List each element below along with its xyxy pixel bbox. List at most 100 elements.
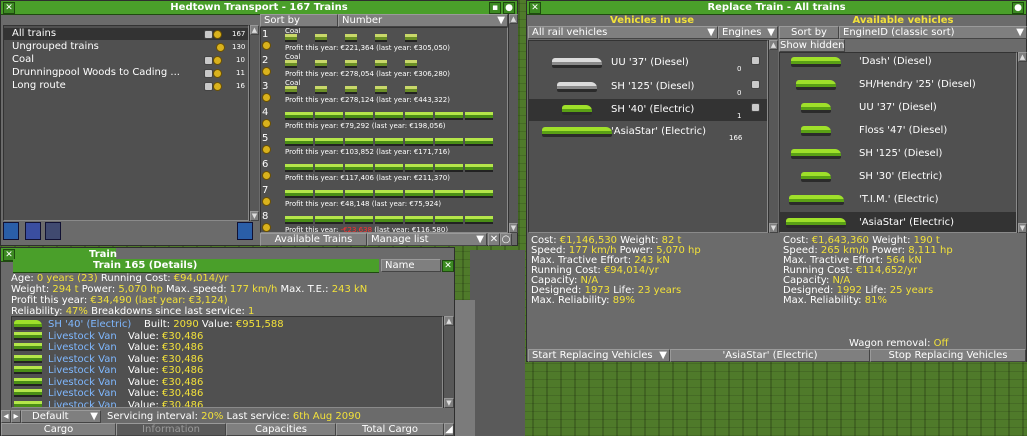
- status-icon: [262, 197, 271, 206]
- vehicle-sprite: [788, 195, 844, 205]
- train-info-block: Age: 0 years (23) Running Cost: €94,014/…: [11, 273, 451, 317]
- available-vehicle-row[interactable]: 'T.I.M.' (Electric): [780, 189, 1016, 211]
- sort-by-button[interactable]: Sort by: [260, 14, 338, 27]
- stop-replacing-button[interactable]: Stop Replacing Vehicles: [870, 349, 1026, 362]
- train-row[interactable]: 2 Coal Profit this year: €278,054 (last ye…: [261, 53, 507, 80]
- window-titlebar[interactable]: Hedtown Transport - 167 Trains: [1, 1, 517, 15]
- available-vehicle-row[interactable]: Floss '47' (Diesel): [780, 120, 1016, 142]
- scroll-down-icon[interactable]: ▼: [250, 211, 259, 221]
- group-row[interactable]: All trains 167: [4, 28, 248, 40]
- available-vehicle-row[interactable]: 'AsiaStar' (Electric): [780, 212, 1016, 232]
- train-profit: Profit this year: €79,292 (last year: €1…: [285, 122, 446, 130]
- in-use-vehicle-row[interactable]: UU '37' (Diesel) 0: [529, 52, 767, 74]
- wagon-removal-value[interactable]: Off: [934, 338, 949, 349]
- train-row[interactable]: 5 Profit this year: €103,852 (last year: …: [261, 132, 507, 158]
- tab-capacities[interactable]: Capacities: [226, 423, 336, 436]
- vehicle-list-scrollbar[interactable]: ▲ ▼: [443, 316, 454, 408]
- scroll-down-icon[interactable]: ▼: [509, 223, 518, 233]
- close-icon[interactable]: ✕: [3, 2, 15, 14]
- engines-dropdown[interactable]: Engines ▼: [718, 26, 778, 39]
- in-use-vehicle-row[interactable]: SH '125' (Diesel) 0: [529, 76, 767, 98]
- close-details-icon[interactable]: ✕: [442, 260, 454, 272]
- sticky-icon[interactable]: ●: [503, 2, 515, 14]
- scroll-down-icon[interactable]: ▼: [769, 223, 778, 233]
- stat-line: Max. Reliability: 81%: [783, 296, 887, 306]
- train-profit: Profit this year: €221,364 (last year: €…: [285, 44, 450, 52]
- wagon-sprite: [345, 86, 357, 94]
- scroll-up-icon[interactable]: ▲: [509, 14, 518, 24]
- resize-icon[interactable]: ◢: [444, 423, 454, 436]
- increase-interval-icon[interactable]: ▸: [11, 410, 21, 423]
- sort-by-button[interactable]: Sort by: [779, 26, 839, 39]
- available-scrollbar[interactable]: ▲ ▼: [1017, 52, 1027, 233]
- train-row[interactable]: 1 Coal Profit this year: €221,364 (last ye…: [261, 28, 507, 54]
- vehicle-row[interactable]: SH '40' (Electric) Built: 2090 Value: €9…: [12, 319, 442, 330]
- close-icon[interactable]: ✕: [529, 2, 541, 14]
- replace-protection-icon[interactable]: [237, 222, 253, 240]
- vehicle-row[interactable]: Livestock Van Value: €30,486: [12, 331, 442, 342]
- vehicle-row[interactable]: Livestock Van Value: €30,486: [12, 388, 442, 399]
- manage-list-dropdown[interactable]: Manage list ▼: [367, 233, 487, 246]
- sort-criteria-dropdown[interactable]: EngineID (classic sort) ▼: [839, 26, 1027, 39]
- create-group-icon[interactable]: [3, 222, 19, 240]
- in-use-vehicle-row[interactable]: 'AsiaStar' (Electric) 166: [529, 121, 767, 143]
- group-row[interactable]: Ungrouped trains 130: [4, 41, 248, 53]
- vehicle-name: 'Dash' (Diesel): [859, 56, 932, 67]
- in-use-scrollbar[interactable]: ▲ ▼: [768, 40, 778, 233]
- train-row[interactable]: 7 Profit this year: €48,148 (last year: €…: [261, 184, 507, 210]
- available-vehicle-row[interactable]: SH '125' (Diesel): [780, 143, 1016, 165]
- train-row[interactable]: 6 Profit this year: €117,406 (last year: …: [261, 158, 507, 184]
- group-row[interactable]: Drunningpool Woods to Cading ... 11: [4, 67, 248, 79]
- available-vehicle-row[interactable]: SH/Hendry '25' (Diesel): [780, 74, 1016, 96]
- scroll-up-icon[interactable]: ▲: [769, 40, 778, 50]
- scroll-up-icon[interactable]: ▲: [444, 316, 454, 326]
- scroll-up-icon[interactable]: ▲: [250, 25, 259, 35]
- rail-type-dropdown[interactable]: All rail vehicles ▼: [528, 26, 718, 39]
- age-value: 0 years (23): [36, 273, 98, 284]
- vehicle-row[interactable]: Livestock Van Value: €30,486: [12, 365, 442, 376]
- available-vehicle-row[interactable]: 'Dash' (Diesel): [780, 53, 1016, 73]
- train-row[interactable]: 8 Profit this year: -€23,638 (last year: …: [261, 210, 507, 233]
- rename-group-icon[interactable]: [45, 222, 61, 240]
- decrease-interval-icon[interactable]: ◂: [1, 410, 11, 423]
- debug-icon[interactable]: ▪: [489, 2, 501, 14]
- tab-information[interactable]: Information: [116, 423, 226, 436]
- sticky-icon[interactable]: ●: [1012, 2, 1024, 14]
- delete-group-icon[interactable]: [25, 222, 41, 240]
- available-vehicle-row[interactable]: SH '30' (Electric): [780, 166, 1016, 188]
- start-all-icon[interactable]: ○: [500, 233, 512, 246]
- scroll-up-icon[interactable]: ▲: [1018, 52, 1027, 62]
- name-button[interactable]: Name: [381, 259, 441, 272]
- scroll-down-icon[interactable]: ▼: [444, 398, 454, 408]
- vehicle-row[interactable]: Livestock Van Value: €30,486: [12, 400, 442, 407]
- train-row[interactable]: 4 Profit this year: €79,292 (last year: €…: [261, 106, 507, 132]
- group-list-scrollbar[interactable]: ▲ ▼: [249, 25, 259, 221]
- available-vehicle-row[interactable]: UU '37' (Diesel): [780, 97, 1016, 119]
- vehicle-row[interactable]: Livestock Van Value: €30,486: [12, 354, 442, 365]
- wagon-sprite: [315, 190, 343, 198]
- profit-negative: -€23,638: [340, 226, 373, 233]
- train-list-scrollbar[interactable]: ▲ ▼: [508, 14, 518, 233]
- tab-total-cargo[interactable]: Total Cargo: [336, 423, 444, 436]
- in-use-vehicle-row[interactable]: SH '40' (Electric) 1: [529, 99, 767, 121]
- details-titlebar[interactable]: Train 165 (Details): [13, 259, 379, 273]
- train-details-window: Train 165 ✕ Train 165 (Details) Name ✕ A…: [0, 247, 455, 436]
- start-replacing-button[interactable]: Start Replacing Vehicles ▼: [528, 349, 670, 362]
- stop-all-icon[interactable]: ✕: [488, 233, 500, 246]
- service-interval-dropdown[interactable]: Default ▼: [21, 410, 101, 423]
- vehicle-name: UU '37' (Diesel): [611, 57, 689, 68]
- group-row[interactable]: Coal 10: [4, 54, 248, 66]
- sort-dropdown[interactable]: Number ▼: [338, 14, 508, 27]
- vehicle-details: Value: €30,486: [128, 388, 203, 399]
- scroll-down-icon[interactable]: ▼: [1018, 223, 1027, 233]
- window-titlebar[interactable]: Replace Train - All trains: [527, 1, 1026, 15]
- group-row[interactable]: Long route 16: [4, 80, 248, 92]
- stat-value: 81%: [864, 295, 887, 306]
- vehicle-row[interactable]: Livestock Van Value: €30,486: [12, 342, 442, 353]
- tab-cargo[interactable]: Cargo: [1, 423, 116, 436]
- vehicle-row[interactable]: Livestock Van Value: €30,486: [12, 377, 442, 388]
- vehicle-label: Value:: [128, 388, 163, 399]
- show-hidden-button[interactable]: Show hidden: [779, 39, 845, 52]
- train-row[interactable]: 3 Coal Profit this year: €278,124 (last ye…: [261, 79, 507, 106]
- available-trains-button[interactable]: Available Trains: [260, 233, 367, 246]
